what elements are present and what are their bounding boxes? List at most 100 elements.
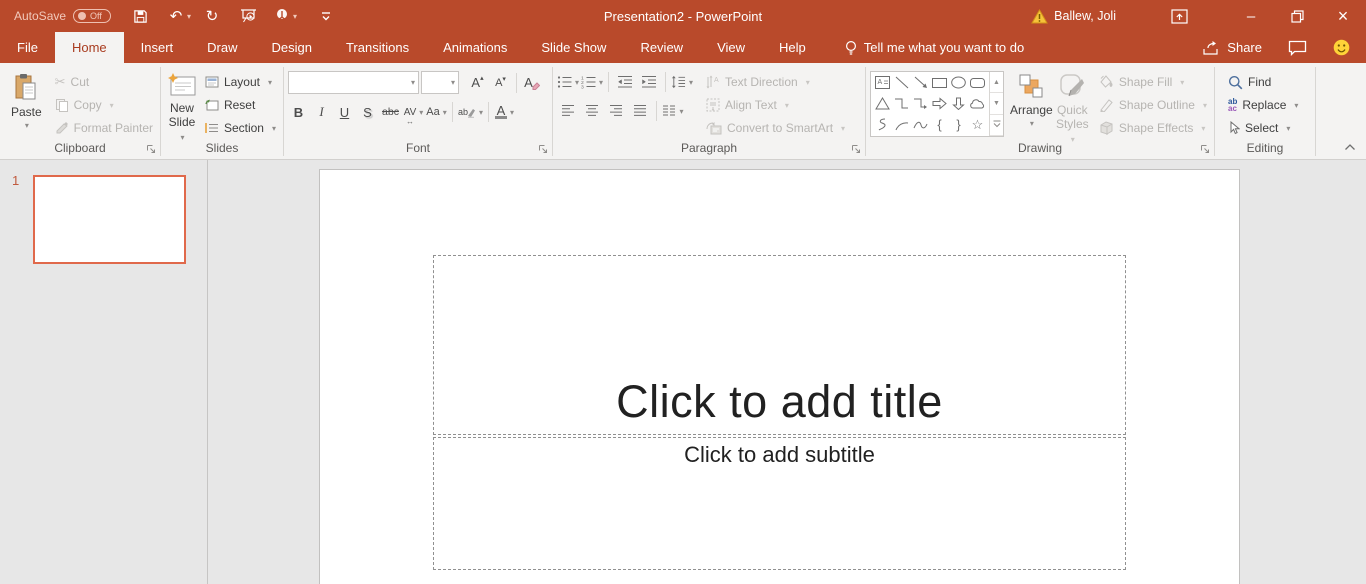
layout-button[interactable]: Layout [202, 71, 279, 93]
tab-review[interactable]: Review [623, 32, 700, 63]
shape-star[interactable]: ☆ [972, 117, 984, 133]
cut-button[interactable]: ✂ Cut [52, 71, 156, 93]
undo-dropdown[interactable]: ▾ [187, 12, 197, 21]
character-spacing-button[interactable]: AV ↔ [403, 101, 424, 123]
font-size-combobox[interactable]: ▾ [421, 71, 459, 94]
decrease-indent-button[interactable] [614, 71, 636, 93]
shape-gallery-scroll-up[interactable]: ▲ [990, 72, 1003, 93]
tab-help[interactable]: Help [762, 32, 823, 63]
tab-draw[interactable]: Draw [190, 32, 254, 63]
undo-button[interactable]: ↶ [163, 3, 189, 29]
change-case-button[interactable]: Aa [426, 101, 447, 123]
close-button[interactable]: × [1320, 0, 1366, 32]
slide-canvas[interactable]: Click to add title Click to add subtitle [319, 169, 1240, 584]
tab-animations[interactable]: Animations [426, 32, 524, 63]
tab-home[interactable]: Home [55, 32, 124, 63]
save-button[interactable] [127, 3, 153, 29]
arrange-button[interactable]: Arrange ▾ [1010, 71, 1053, 137]
bold-button[interactable]: B [288, 101, 309, 123]
font-color-button[interactable]: A [494, 101, 515, 123]
font-name-combobox[interactable]: ▾ [288, 71, 419, 94]
shape-right-brace[interactable]: } [956, 117, 960, 132]
slide-thumbnail-1[interactable] [33, 175, 186, 264]
line-spacing-button[interactable] [671, 71, 693, 93]
format-painter-button[interactable]: Format Painter [52, 117, 156, 139]
tab-insert[interactable]: Insert [124, 32, 191, 63]
shape-oval[interactable] [951, 76, 966, 89]
numbering-button[interactable]: 123 [581, 71, 603, 93]
customize-qat-button[interactable] [313, 3, 339, 29]
restore-button[interactable] [1274, 0, 1320, 32]
clipboard-dialog-launcher[interactable] [144, 142, 157, 155]
text-shadow-button[interactable]: S [357, 101, 378, 123]
account-area[interactable]: Ballew, Joli [1031, 9, 1116, 24]
share-button[interactable]: Share [1202, 40, 1262, 56]
section-button[interactable]: Section [202, 117, 279, 139]
touch-mode-dropdown[interactable]: ▾ [293, 12, 303, 21]
select-button[interactable]: Select [1225, 117, 1301, 139]
slide-editor[interactable]: Click to add title Click to add subtitle [208, 160, 1366, 584]
shape-curve[interactable] [913, 119, 928, 131]
tab-slide-show[interactable]: Slide Show [524, 32, 623, 63]
shape-gallery-more-button[interactable] [990, 115, 1003, 136]
shape-triangle[interactable] [875, 97, 890, 110]
shape-arc[interactable] [895, 119, 909, 131]
italic-button[interactable]: I [311, 101, 332, 123]
shape-gallery-scroll-down[interactable]: ▼ [990, 93, 1003, 114]
tab-transitions[interactable]: Transitions [329, 32, 426, 63]
text-direction-button[interactable]: A Text Direction [703, 71, 848, 93]
align-text-button[interactable]: Align Text [703, 94, 848, 116]
tab-file[interactable]: File [0, 32, 55, 63]
shape-rectangle[interactable] [932, 77, 947, 89]
title-placeholder[interactable]: Click to add title [433, 255, 1126, 435]
tab-design[interactable]: Design [255, 32, 329, 63]
align-center-button[interactable] [581, 100, 603, 122]
shape-down-arrow[interactable] [952, 97, 965, 110]
align-left-button[interactable] [557, 100, 579, 122]
drawing-dialog-launcher[interactable] [1198, 142, 1211, 155]
bullets-button[interactable] [557, 71, 579, 93]
autosave-control[interactable]: AutoSave Off [14, 9, 111, 23]
new-slide-button[interactable]: NewSlide ▾ [165, 71, 199, 145]
find-button[interactable]: Find [1225, 71, 1301, 93]
touch-mouse-mode-button[interactable] [269, 3, 295, 29]
start-from-beginning-button[interactable] [235, 3, 261, 29]
highlight-color-button[interactable]: ab [458, 101, 483, 123]
replace-button[interactable]: ab ac Replace [1225, 94, 1301, 116]
align-right-button[interactable] [605, 100, 627, 122]
subtitle-placeholder[interactable]: Click to add subtitle [433, 437, 1126, 570]
convert-to-smartart-button[interactable]: Convert to SmartArt [703, 117, 848, 139]
shape-left-brace[interactable]: { [937, 117, 941, 132]
ribbon-display-options-button[interactable] [1156, 0, 1202, 32]
shape-line[interactable] [895, 76, 909, 89]
shape-elbow-arrow-connector[interactable] [913, 97, 928, 110]
increase-indent-button[interactable] [638, 71, 660, 93]
autosave-toggle[interactable]: Off [73, 9, 111, 23]
decrease-font-size-button[interactable]: A▾ [490, 72, 511, 94]
shape-textbox[interactable]: A [875, 76, 890, 89]
reset-button[interactable]: Reset [202, 94, 279, 116]
minimize-button[interactable]: – [1228, 0, 1274, 32]
quick-styles-button[interactable]: QuickStyles ▾ [1053, 71, 1092, 147]
shape-right-arrow[interactable] [932, 97, 947, 110]
shape-freeform[interactable] [877, 118, 889, 131]
shape-effects-button[interactable]: Shape Effects [1096, 117, 1210, 139]
collapse-ribbon-button[interactable] [1343, 140, 1356, 153]
strikethrough-button[interactable]: abc [380, 101, 401, 123]
underline-button[interactable]: U [334, 101, 355, 123]
shape-elbow-connector[interactable] [894, 97, 909, 110]
columns-button[interactable] [662, 100, 684, 122]
comments-button[interactable] [1288, 40, 1307, 56]
feedback-smiley-button[interactable] [1333, 39, 1350, 56]
font-dialog-launcher[interactable] [536, 142, 549, 155]
shape-outline-button[interactable]: Shape Outline [1096, 94, 1210, 116]
shape-fill-button[interactable]: Shape Fill [1096, 71, 1210, 93]
shape-arrow[interactable] [914, 76, 928, 89]
tab-view[interactable]: View [700, 32, 762, 63]
justify-button[interactable] [629, 100, 651, 122]
tell-me-search[interactable]: Tell me what you want to do [845, 32, 1024, 63]
increase-font-size-button[interactable]: A▴ [467, 72, 488, 94]
shape-rounded-rectangle[interactable] [970, 77, 985, 89]
redo-button[interactable]: ↻ [199, 3, 225, 29]
clear-formatting-button[interactable]: A [522, 72, 543, 94]
